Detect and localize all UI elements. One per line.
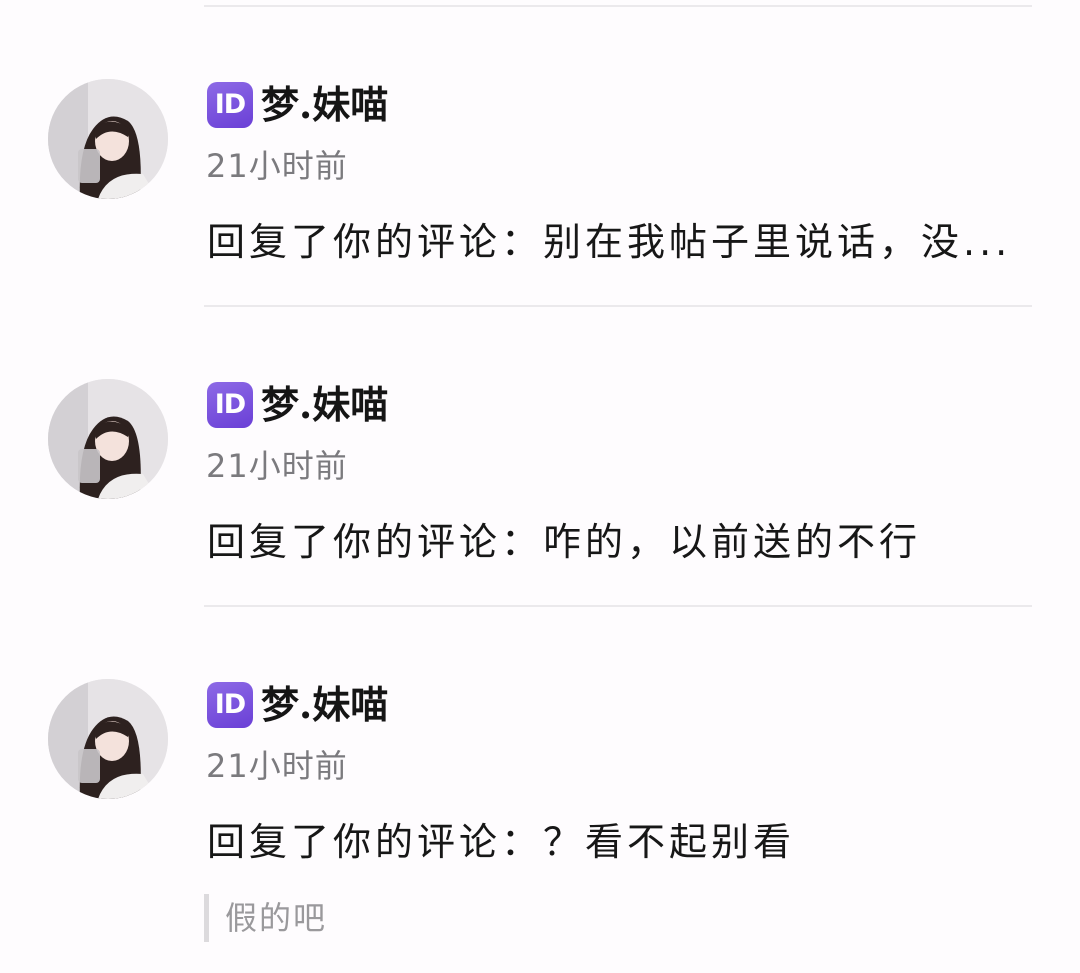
avatar[interactable] [48, 379, 168, 499]
user-row[interactable]: ID 梦.妹喵 [207, 80, 388, 130]
avatar-photo [48, 379, 168, 499]
avatar-photo [48, 679, 168, 799]
user-row[interactable]: ID 梦.妹喵 [207, 380, 388, 430]
avatar-photo [48, 79, 168, 199]
id-badge-icon: ID [207, 682, 253, 728]
comment-text[interactable]: 回复了你的评论：咋的，以前送的不行 [207, 514, 921, 570]
username[interactable]: 梦.妹喵 [261, 680, 388, 730]
list-item[interactable]: ID 梦.妹喵 21小时前 回复了你的评论：？看不起别看 [0, 600, 1080, 900]
timestamp: 21小时前 [206, 747, 348, 785]
username[interactable]: 梦.妹喵 [261, 380, 388, 430]
timestamp: 21小时前 [206, 147, 348, 185]
comment-text[interactable]: 回复了你的评论：别在我帖子里说话，没... [207, 214, 1011, 270]
id-badge-icon: ID [207, 382, 253, 428]
list-item[interactable]: ID 梦.妹喵 21小时前 回复了你的评论：咋的，以前送的不行 [0, 300, 1080, 600]
timestamp: 21小时前 [206, 447, 348, 485]
user-row[interactable]: ID 梦.妹喵 [207, 680, 388, 730]
quoted-original-comment[interactable]: 假的吧 [204, 894, 327, 942]
list-item[interactable]: ID 梦.妹喵 21小时前 回复了你的评论：别在我帖子里说话，没... [0, 0, 1080, 300]
notification-list: ID 梦.妹喵 21小时前 回复了你的评论：别在我帖子里说话，没... ID 梦… [0, 0, 1080, 973]
id-badge-icon: ID [207, 82, 253, 128]
username[interactable]: 梦.妹喵 [261, 80, 388, 130]
avatar[interactable] [48, 679, 168, 799]
comment-text[interactable]: 回复了你的评论：？看不起别看 [207, 814, 795, 870]
avatar[interactable] [48, 79, 168, 199]
